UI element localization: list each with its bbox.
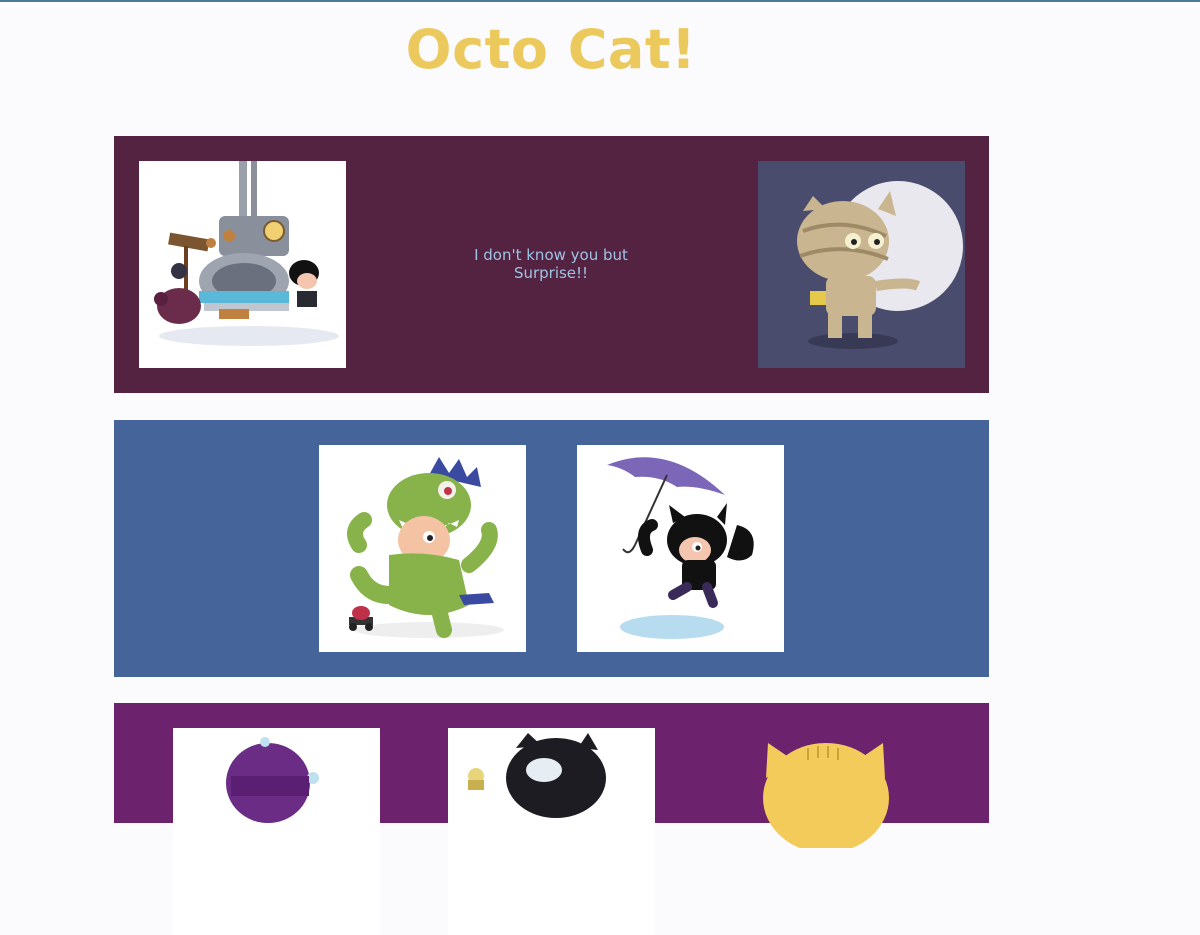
image-card-mummy (758, 161, 965, 368)
top-border (0, 0, 1200, 2)
mummy-octocat-icon (758, 161, 965, 368)
page-title: Octo Cat! (405, 18, 697, 81)
message-line-2: Surprise!! (513, 264, 589, 282)
message-line-1: I don't know you but (474, 246, 628, 264)
beanie-octocat-icon (226, 737, 319, 823)
yellow-cat-icon (763, 743, 889, 853)
image-card-goggles (448, 728, 655, 935)
machine-octocat-icon (154, 161, 339, 346)
umbrella-octocat-icon (607, 457, 754, 639)
dinosaur-octocat-icon (347, 457, 504, 638)
image-yellow-cat (748, 728, 955, 853)
image-card-machine (139, 161, 346, 368)
image-card-umbrella (577, 445, 784, 652)
section-2 (114, 420, 989, 677)
section-1: I don't know you but Surprise!! (114, 136, 989, 393)
image-card-beanie (173, 728, 380, 935)
section-3 (114, 703, 989, 935)
goggles-octocat-icon (468, 733, 606, 818)
image-card-dinosaur (319, 445, 526, 652)
surprise-message: I don't know you but Surprise!! (446, 246, 656, 282)
